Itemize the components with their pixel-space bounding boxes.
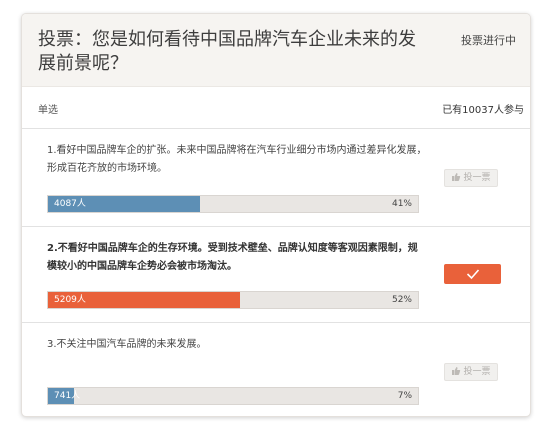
thumbs-up-icon [452, 173, 461, 181]
poll-header: 投票：您是如何看待中国品牌汽车企业未来的发展前景呢？ 投票进行中 [22, 14, 530, 87]
option-vote-count: 5209人 [54, 295, 86, 305]
option-text: 2.不看好中国品牌车企的生存环境。受到技术壁垒、品牌认知度等客观因素限制，规模较… [47, 243, 418, 272]
option-vote-count: 4087人 [54, 199, 86, 209]
poll-option-2: 2.不看好中国品牌车企的生存环境。受到技术壁垒、品牌认知度等客观因素限制，规模较… [22, 226, 530, 323]
vote-button[interactable]: 投一票 [444, 363, 498, 381]
option-result-bar: 4087人 41% [47, 195, 419, 213]
option-result-bar: 5209人 52% [47, 291, 419, 309]
option-percent: 41% [391, 199, 412, 209]
poll-status: 投票进行中 [461, 34, 516, 47]
vote-button-label: 投一票 [463, 367, 491, 377]
poll-card: 投票：您是如何看待中国品牌汽车企业未来的发展前景呢？ 投票进行中 单选 已有10… [21, 13, 531, 417]
participant-count: 已有10037人参与 [442, 105, 524, 116]
vote-button[interactable]: 投一票 [444, 169, 498, 187]
poll-meta: 单选 已有10037人参与 [22, 101, 530, 129]
poll-type: 单选 [38, 105, 58, 116]
thumbs-up-icon [452, 367, 461, 375]
checkmark-icon [466, 269, 479, 280]
option-vote-count: 741人 [54, 391, 81, 401]
option-percent: 7% [397, 391, 412, 401]
vote-button-label: 投一票 [463, 173, 491, 183]
option-result-bar: 741人 7% [47, 387, 419, 405]
option-text: 3.不关注中国汽车品牌的未来发展。 [47, 339, 207, 350]
poll-title: 投票：您是如何看待中国品牌汽车企业未来的发展前景呢？ [38, 29, 416, 74]
poll-option-1: 1.看好中国品牌车企的扩张。未来中国品牌将在汽车行业细分市场内通过差异化发展，形… [22, 128, 530, 227]
voted-button[interactable] [444, 264, 501, 284]
option-text: 1.看好中国品牌车企的扩张。未来中国品牌将在汽车行业细分市场内通过差异化发展，形… [47, 145, 427, 174]
option-percent: 52% [391, 295, 412, 305]
poll-option-3: 3.不关注中国汽车品牌的未来发展。 741人 7% 投一票 [22, 322, 530, 416]
